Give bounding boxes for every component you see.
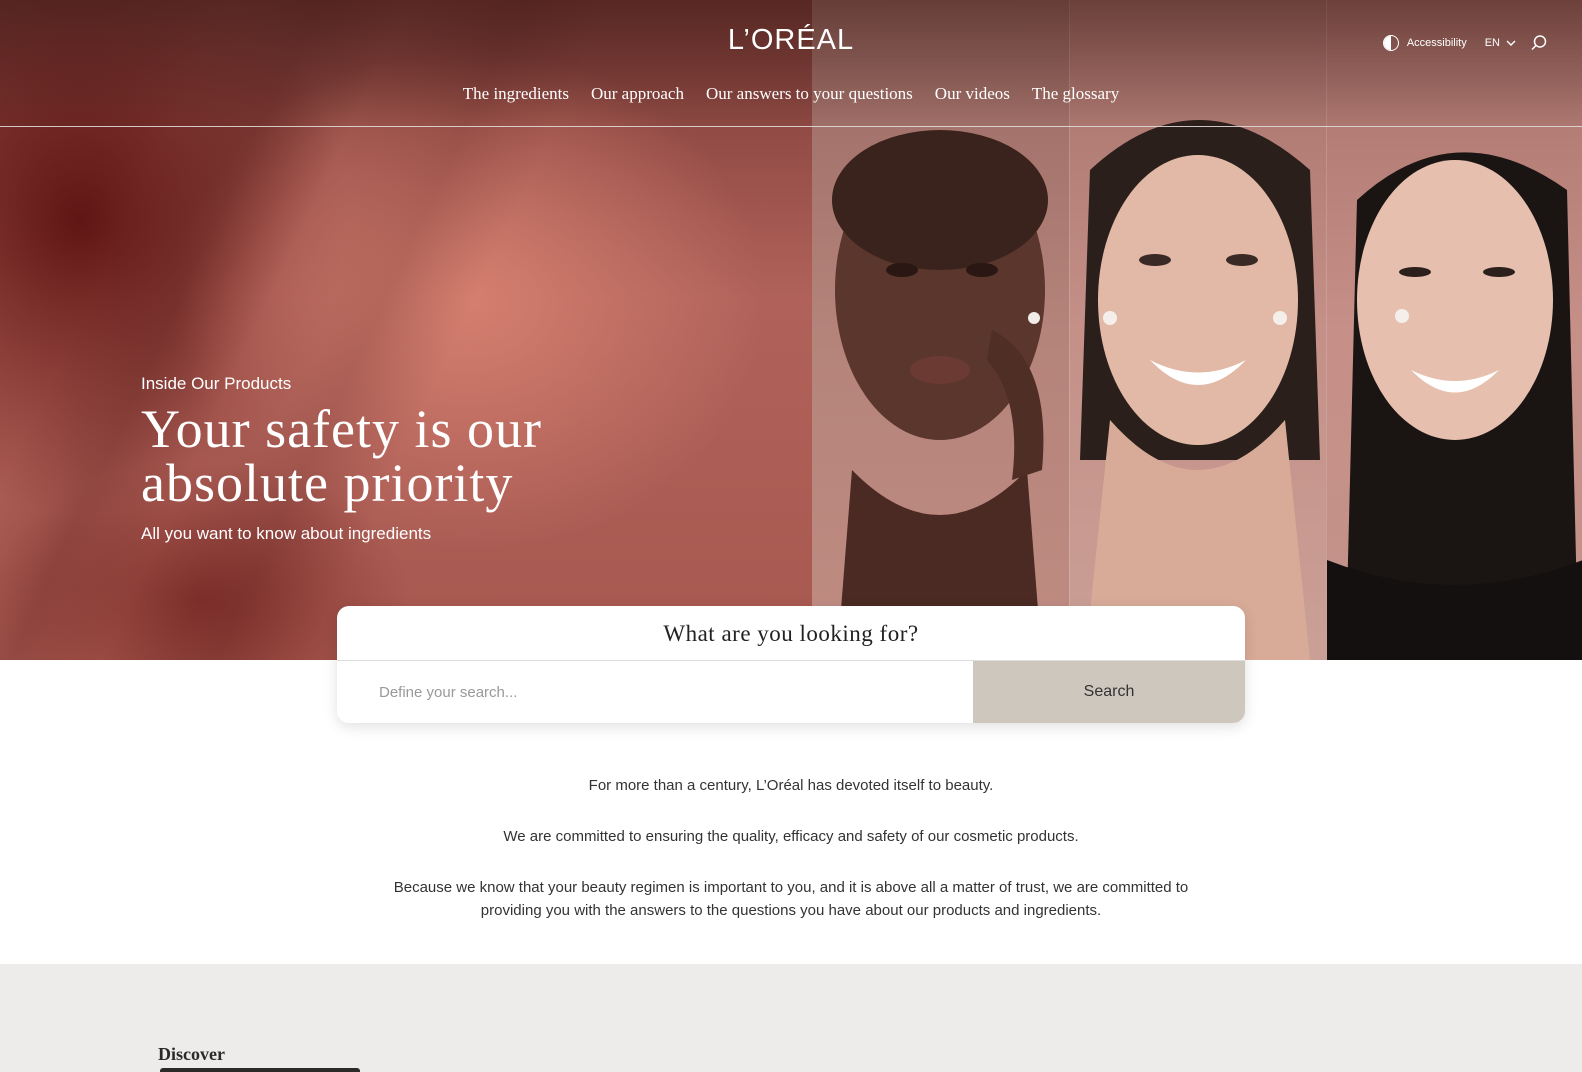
nav-videos[interactable]: Our videos [935, 84, 1010, 104]
accessibility-label: Accessibility [1406, 37, 1467, 49]
search-row: Search [337, 661, 1245, 723]
intro-paragraph-1: For more than a century, L’Oréal has dev… [588, 777, 994, 794]
hero-headline-line-1: Your safety is our [141, 399, 543, 459]
main-nav: The ingredients Our approach Our answers… [0, 84, 1582, 104]
intro-paragraph-3: Because we know that your beauty regimen… [393, 879, 1189, 919]
nav-our-approach[interactable]: Our approach [591, 84, 684, 104]
search-button[interactable]: Search [973, 661, 1245, 723]
language-label: EN [1484, 37, 1500, 49]
search-title: What are you looking for? [337, 606, 1245, 661]
chevron-down-icon [1506, 40, 1516, 46]
search-icon[interactable] [1530, 34, 1548, 52]
contrast-icon [1382, 35, 1399, 51]
site-header: L’ORÉAL Accessibility EN The ingredients… [0, 0, 1582, 127]
hero-headline-line-2: absolute priority [141, 453, 514, 513]
search-input[interactable] [337, 661, 973, 723]
intro-section: For more than a century, L’Oréal has dev… [0, 774, 1582, 922]
hero-subline: All you want to know about ingredients [141, 524, 432, 543]
hero-eyebrow: Inside Our Products [141, 374, 292, 393]
header-tools: Accessibility EN [1382, 34, 1548, 52]
loreal-logo[interactable]: L’ORÉAL [0, 24, 1582, 57]
language-selector[interactable]: EN [1485, 37, 1516, 49]
search-card: What are you looking for? Search [337, 606, 1245, 723]
discover-section: Discover [0, 964, 1582, 1072]
nav-answers[interactable]: Our answers to your questions [706, 84, 913, 104]
discover-label: Discover [158, 1044, 225, 1064]
discover-heading-peek [160, 1068, 360, 1072]
hero-headline: Your safety is our absolute priority [141, 402, 761, 510]
accessibility-toggle[interactable]: Accessibility [1382, 35, 1467, 51]
nav-glossary[interactable]: The glossary [1032, 84, 1119, 104]
nav-ingredients[interactable]: The ingredients [463, 84, 569, 104]
intro-paragraph-2: We are committed to ensuring the quality… [503, 828, 1079, 845]
